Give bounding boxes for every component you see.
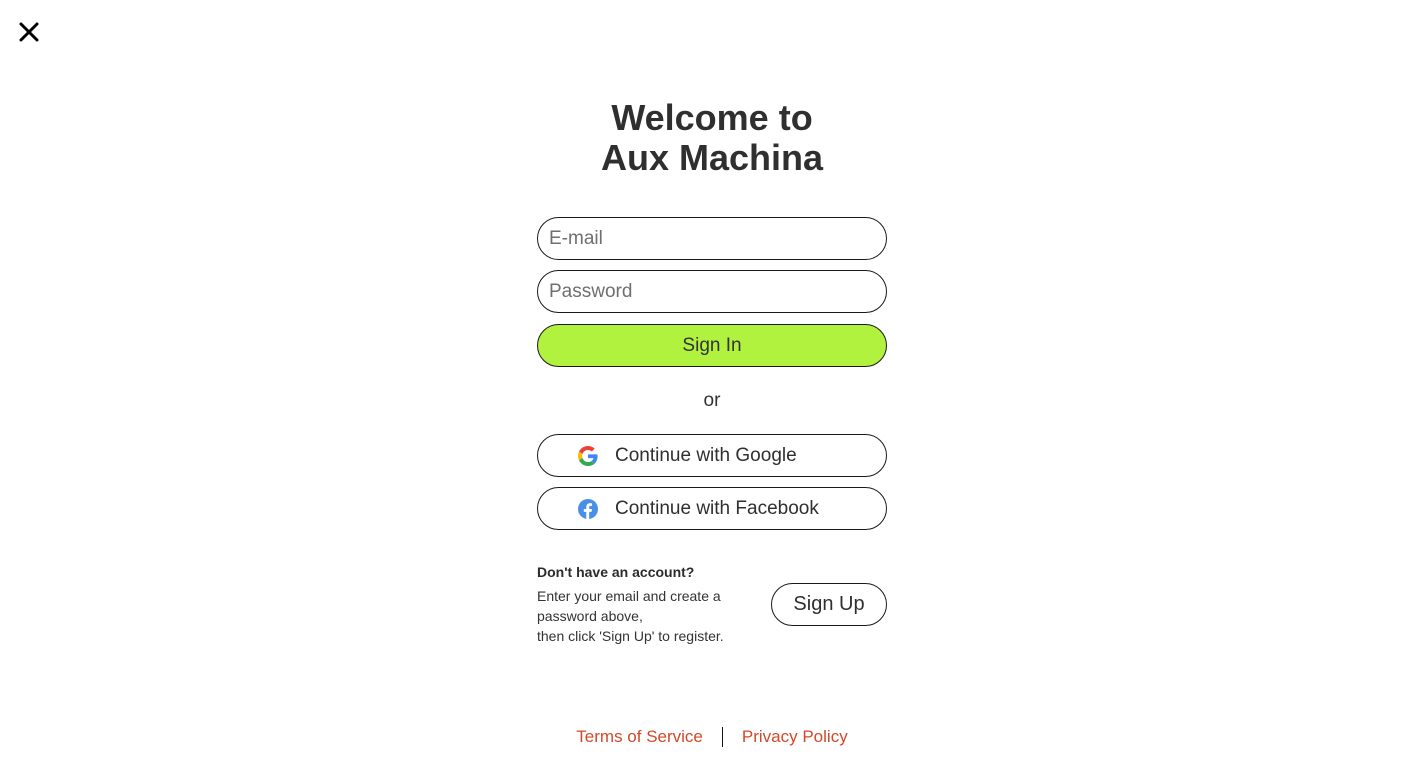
terms-of-service-link[interactable]: Terms of Service [576, 727, 703, 747]
signup-heading: Don't have an account? [537, 564, 695, 580]
or-separator: or [703, 390, 721, 411]
password-input[interactable] [537, 270, 887, 313]
close-icon [19, 22, 39, 42]
sign-in-form: Sign In or Continue with Google Conti [537, 217, 887, 530]
signup-desc-line-2: password above, [537, 608, 643, 624]
sign-in-button[interactable]: Sign In [537, 324, 887, 367]
privacy-policy-link[interactable]: Privacy Policy [742, 727, 848, 747]
footer-divider [721, 727, 723, 747]
title-line-1: Welcome to [611, 97, 813, 138]
continue-with-facebook-button[interactable]: Continue with Facebook [537, 487, 887, 530]
sign-up-button[interactable]: Sign Up [771, 583, 887, 626]
title-line-2: Aux Machina [600, 137, 824, 178]
sign-in-dialog: Welcome to Aux Machina Sign In or Contin… [0, 0, 1424, 769]
facebook-icon [577, 498, 599, 520]
facebook-button-label: Continue with Facebook [615, 497, 819, 519]
signup-description: Enter your email and create a password a… [537, 586, 757, 646]
close-button[interactable] [17, 20, 41, 44]
continue-with-google-button[interactable]: Continue with Google [537, 434, 887, 477]
dialog-title: Welcome to Aux Machina [0, 98, 1424, 178]
signup-info: Don't have an account? Enter your email … [537, 563, 757, 646]
google-button-label: Continue with Google [615, 444, 797, 466]
signup-section: Don't have an account? Enter your email … [537, 563, 887, 646]
signup-desc-line-3: then click 'Sign Up' to register. [537, 628, 724, 644]
email-input[interactable] [537, 217, 887, 260]
google-icon [577, 445, 599, 467]
footer-links: Terms of Service Privacy Policy [0, 727, 1424, 747]
signup-desc-line-1: Enter your email and create a [537, 588, 721, 604]
